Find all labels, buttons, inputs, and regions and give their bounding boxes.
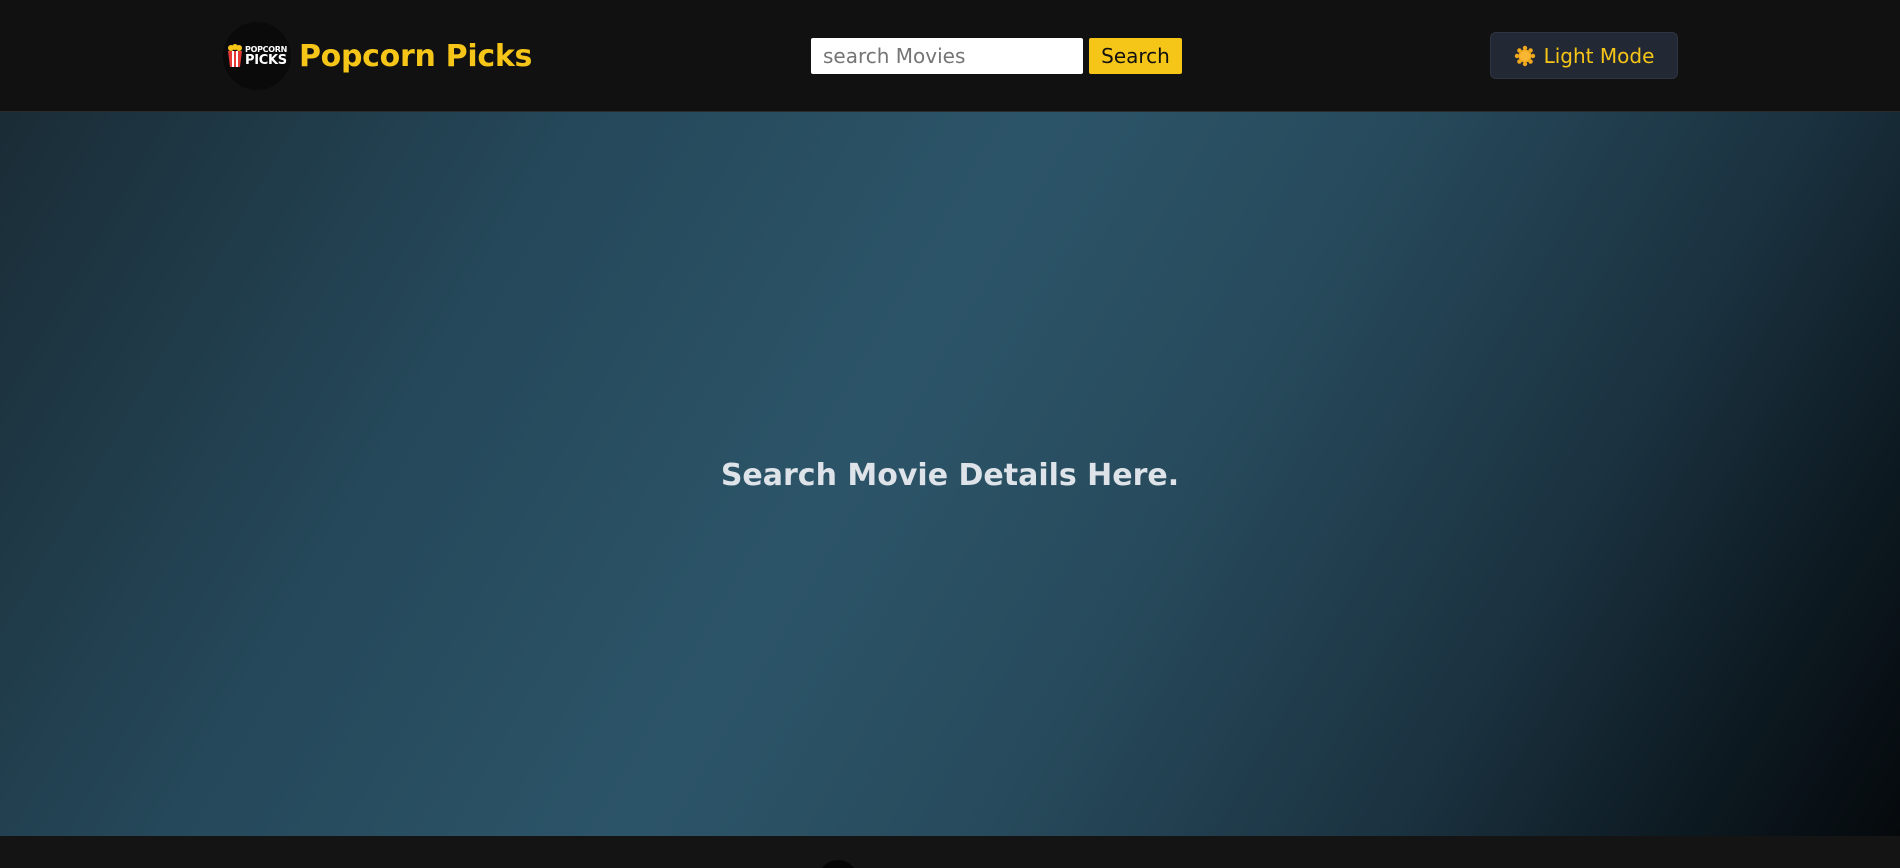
hero-section: Search Movie Details Here. xyxy=(0,112,1900,836)
logo[interactable]: POPCORN PICKS xyxy=(223,22,291,90)
logo-line-2: PICKS xyxy=(245,52,287,68)
search-input[interactable] xyxy=(811,38,1083,74)
logo-text: POPCORN PICKS xyxy=(245,45,287,68)
light-mode-toggle-button[interactable]: Light Mode xyxy=(1490,32,1678,79)
brand-title[interactable]: Popcorn Picks xyxy=(299,39,532,74)
light-mode-label: Light Mode xyxy=(1543,43,1655,68)
popcorn-bucket-icon xyxy=(228,44,243,67)
brand[interactable]: POPCORN PICKS Popcorn Picks xyxy=(223,22,532,90)
sun-icon xyxy=(1514,45,1535,66)
hero-message: Search Movie Details Here. xyxy=(720,457,1180,493)
top-navbar: POPCORN PICKS Popcorn Picks Search xyxy=(0,0,1900,112)
footer xyxy=(0,836,1900,868)
search-form: Search xyxy=(811,38,1182,74)
footer-logo[interactable] xyxy=(818,860,858,868)
search-button[interactable]: Search xyxy=(1089,38,1182,74)
